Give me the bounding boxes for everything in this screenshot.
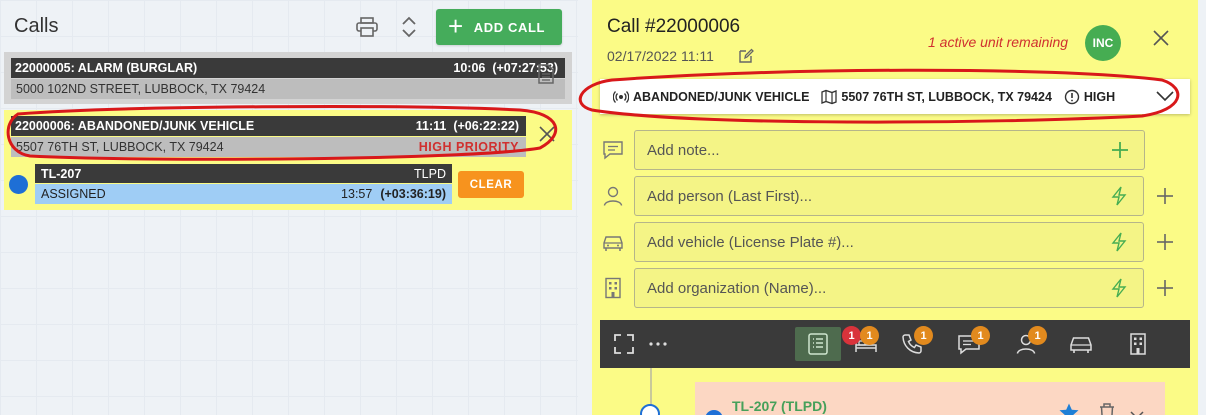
call-detail-title: Call #22000006 xyxy=(607,16,741,37)
call-card[interactable]: 22000005: ALARM (BURGLAR) 10:06 (+07:27:… xyxy=(4,52,572,104)
unit-status-dot xyxy=(705,410,723,415)
badge-red: 1 xyxy=(842,326,861,345)
calls-title: Calls xyxy=(14,15,59,37)
call-header-bar: 22000006: ABANDONED/JUNK VEHICLE 11:11 (… xyxy=(11,116,526,136)
document-icon[interactable] xyxy=(538,64,554,84)
car-icon[interactable] xyxy=(1069,332,1093,356)
call-title: 22000005: ALARM (BURGLAR) xyxy=(15,61,198,75)
close-icon[interactable] xyxy=(1153,30,1169,46)
person-input[interactable]: Add person (Last First)... xyxy=(634,176,1144,216)
vehicle-input[interactable]: Add vehicle (License Plate #)... xyxy=(634,222,1144,262)
person-row: Add person (Last First)... xyxy=(592,176,1198,216)
plus-icon: + xyxy=(448,11,464,41)
person-icon xyxy=(603,186,623,206)
plus-icon[interactable] xyxy=(1155,278,1175,298)
call-detail-date: 02/17/2022 11:11 xyxy=(607,48,714,64)
detail-toolbar: 1 1 1 1 1 xyxy=(600,320,1190,368)
call-address: 5000 102ND STREET, LUBBOCK, TX 79424 xyxy=(16,82,266,96)
edit-icon[interactable] xyxy=(738,48,754,64)
broadcast-icon xyxy=(613,90,629,103)
unit-agency: TLPD xyxy=(414,166,446,181)
unit-status-bar: ASSIGNED 13:57 (+03:36:19) xyxy=(35,184,452,204)
calls-header: Calls + ADD CALL xyxy=(0,0,578,52)
vehicle-row: Add vehicle (License Plate #)... xyxy=(592,222,1198,262)
lightning-icon[interactable] xyxy=(1109,278,1129,298)
unit-time: 13:57 (+03:36:19) xyxy=(341,187,446,201)
add-call-label: ADD CALL xyxy=(473,19,546,35)
call-type: ABANDONED/JUNK VEHICLE xyxy=(613,89,809,105)
unit-card[interactable]: TL-207 (TLPD) xyxy=(695,382,1165,415)
fullscreen-icon[interactable] xyxy=(612,332,636,356)
organization-row: Add organization (Name)... xyxy=(592,268,1198,308)
lightning-icon[interactable] xyxy=(1109,232,1129,252)
note-icon xyxy=(603,141,623,160)
call-detail-panel: Call #22000006 02/17/2022 11:11 1 active… xyxy=(578,0,1198,415)
unit-status-dot xyxy=(9,175,28,194)
building-icon[interactable] xyxy=(1126,332,1150,356)
badge-orange: 1 xyxy=(860,326,879,345)
chevron-down-icon[interactable] xyxy=(1130,410,1144,415)
call-address: 5507 76TH ST, LUBBOCK, TX 79424 xyxy=(16,140,224,154)
call-address-bar: 5000 102ND STREET, LUBBOCK, TX 79424 xyxy=(11,79,565,99)
badge-orange: 1 xyxy=(1028,326,1047,345)
note-row: Add note... xyxy=(592,130,1198,170)
add-call-button[interactable]: + ADD CALL xyxy=(436,9,562,45)
unit-card-name: TL-207 (TLPD) xyxy=(732,398,827,414)
timeline-dot xyxy=(640,404,660,415)
chevron-down-icon[interactable] xyxy=(1156,90,1174,102)
call-time: 11:11 (+06:22:22) xyxy=(415,119,519,133)
list-icon[interactable] xyxy=(806,332,830,356)
call-summary-bar[interactable]: ABANDONED/JUNK VEHICLE 5507 76TH ST, LUB… xyxy=(600,79,1190,114)
calls-panel: Calls + ADD CALL 22000005: ALARM (BURGLA… xyxy=(0,0,578,415)
note-input[interactable]: Add note... xyxy=(634,130,1145,170)
building-icon xyxy=(605,277,621,299)
plus-icon[interactable] xyxy=(1155,186,1175,206)
call-header-bar: 22000005: ALARM (BURGLAR) 10:06 (+07:27:… xyxy=(11,58,565,78)
status-badge: INC xyxy=(1085,25,1121,61)
active-units-warning: 1 active unit remaining xyxy=(928,34,1069,50)
unit-header-bar[interactable]: TL-207 TLPD xyxy=(35,164,452,183)
sort-icon[interactable] xyxy=(400,16,418,38)
call-priority-level: HIGH xyxy=(1064,89,1115,105)
call-title: 22000006: ABANDONED/JUNK VEHICLE xyxy=(15,119,255,133)
car-icon xyxy=(603,236,623,251)
badge-orange: 1 xyxy=(971,326,990,345)
more-icon[interactable] xyxy=(646,332,670,356)
badge-orange: 1 xyxy=(914,326,933,345)
lightning-icon[interactable] xyxy=(1109,186,1129,206)
unit-name: TL-207 xyxy=(41,166,82,181)
clear-button[interactable]: CLEAR xyxy=(458,171,524,198)
trash-icon[interactable] xyxy=(1098,402,1116,415)
plus-icon[interactable] xyxy=(1110,140,1130,160)
alert-icon xyxy=(1064,89,1080,104)
call-address-bar: 5507 76TH ST, LUBBOCK, TX 79424 HIGH PRI… xyxy=(11,137,526,157)
unit-status: ASSIGNED xyxy=(41,187,106,201)
print-icon[interactable] xyxy=(356,17,378,37)
plus-icon[interactable] xyxy=(1155,232,1175,252)
call-priority: HIGH PRIORITY xyxy=(418,140,519,154)
close-icon[interactable] xyxy=(538,125,556,143)
call-location: 5507 76TH ST, LUBBOCK, TX 79424 xyxy=(821,89,1052,105)
organization-input[interactable]: Add organization (Name)... xyxy=(634,268,1144,308)
star-icon[interactable] xyxy=(1058,402,1080,415)
map-icon xyxy=(821,89,838,104)
